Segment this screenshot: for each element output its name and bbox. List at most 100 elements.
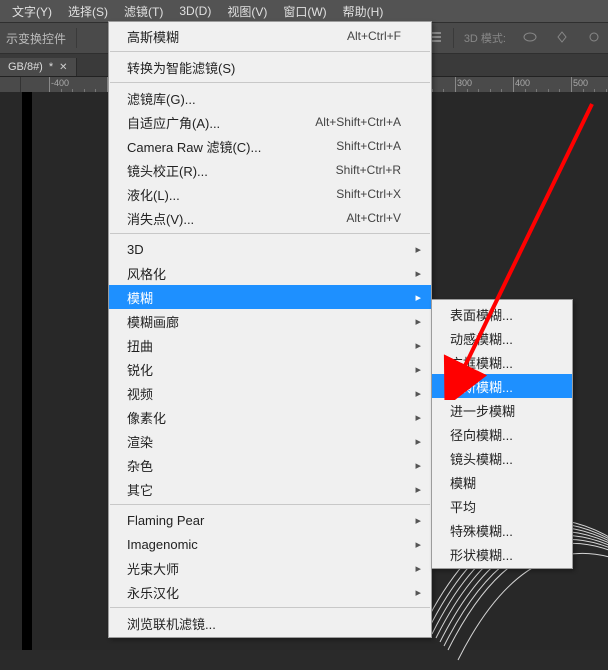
menu-item[interactable]: Flaming Pear [109,508,431,532]
transform-controls-label: 示变换控件 [6,30,66,47]
menu-item-label: 消失点(V)... [127,209,194,228]
menu-item-label: 平均 [450,497,476,516]
menu-item[interactable]: 镜头校正(R)... Shift+Ctrl+R [109,158,431,182]
menu-item[interactable]: 扭曲 [109,333,431,357]
menu-item-label: 其它 [127,480,153,499]
menu-item[interactable]: Camera Raw 滤镜(C)... Shift+Ctrl+A [109,134,431,158]
menu-item-label: 光束大师 [127,559,179,578]
menu-shortcut: Shift+Ctrl+X [296,187,401,201]
zoom-icon[interactable] [586,30,602,47]
menu-filter[interactable]: 滤镜(T) [116,0,171,23]
document-tab-dirty: * [49,61,53,73]
menu-help[interactable]: 帮助(H) [335,0,392,23]
menu-item-label: 渲染 [127,432,153,451]
menubar: 文字(Y) 选择(S) 滤镜(T) 3D(D) 视图(V) 窗口(W) 帮助(H… [0,0,608,22]
menu-item[interactable]: 视频 [109,381,431,405]
menu-item-label: 模糊 [450,473,476,492]
menu-item-label: 方框模糊... [450,353,513,372]
menu-shortcut: Alt+Ctrl+F [307,29,401,43]
menu-item-label: 镜头模糊... [450,449,513,468]
menu-item[interactable]: 模糊画廊 [109,309,431,333]
menu-item[interactable]: 高斯模糊... [432,374,572,398]
filter-menu: 高斯模糊 Alt+Ctrl+F 转换为智能滤镜(S) 滤镜库(G)... 自适应广… [108,21,432,638]
menu-item-label: 进一步模糊 [450,401,515,420]
menu-item[interactable]: 杂色 [109,453,431,477]
menu-item-label: 锐化 [127,360,153,379]
menu-item-label: 转换为智能滤镜(S) [127,58,235,77]
menu-item-label: 高斯模糊... [450,377,513,396]
menu-text[interactable]: 文字(Y) [4,0,60,23]
menu-item-label: 像素化 [127,408,166,427]
menu-item-label: 滤镜库(G)... [127,89,196,108]
menu-item-label: 扭曲 [127,336,153,355]
menu-item-label: Flaming Pear [127,513,204,528]
menu-item[interactable]: 镜头模糊... [432,446,572,470]
menu-item[interactable]: 进一步模糊 [432,398,572,422]
ruler-tick-label: 400 [515,78,530,88]
document-edge [22,92,32,650]
menu-item[interactable]: 消失点(V)... Alt+Ctrl+V [109,206,431,230]
menu-item[interactable]: 形状模糊... [432,542,572,566]
blur-submenu: 表面模糊... 动感模糊... 方框模糊... 高斯模糊... 进一步模糊径向模糊...… [431,299,573,569]
menu-item[interactable]: 方框模糊... [432,350,572,374]
menu-item-label: 形状模糊... [450,545,513,564]
menu-shortcut: Alt+Ctrl+V [306,211,401,225]
document-tab[interactable]: GB/8#) * ✕ [0,58,77,76]
menu-item[interactable]: 液化(L)... Shift+Ctrl+X [109,182,431,206]
mode-3d-label: 3D 模式: [464,30,506,46]
menu-item-label: 自适应广角(A)... [127,113,220,132]
ruler-tick-label: 300 [457,78,472,88]
menu-item[interactable]: 其它 [109,477,431,501]
menu-item[interactable]: 动感模糊... [432,326,572,350]
ruler-tick-label: -400 [51,78,69,88]
menu-item[interactable]: 永乐汉化 [109,580,431,604]
menu-item[interactable]: 光束大师 [109,556,431,580]
menu-item[interactable]: 滤镜库(G)... [109,86,431,110]
pan-icon[interactable] [554,30,570,47]
menu-item-label: 模糊画廊 [127,312,179,331]
menu-item-label: 模糊 [127,288,153,307]
menu-item[interactable]: Imagenomic [109,532,431,556]
menu-shortcut: Shift+Ctrl+R [296,163,401,177]
orbit-icon[interactable] [522,30,538,47]
menu-item[interactable]: 锐化 [109,357,431,381]
menu-item[interactable]: 径向模糊... [432,422,572,446]
menu-item[interactable]: 特殊模糊... [432,518,572,542]
menu-item-label: Camera Raw 滤镜(C)... [127,137,261,156]
filter-convert-smart[interactable]: 转换为智能滤镜(S) [109,55,431,79]
menu-item-label: 高斯模糊 [127,27,179,46]
menu-item-label: 镜头校正(R)... [127,161,208,180]
menu-shortcut: Alt+Shift+Ctrl+A [275,115,401,129]
menu-item[interactable]: 模糊 [432,470,572,494]
menu-item-label: 浏览联机滤镜... [127,614,216,633]
menu-item[interactable]: 平均 [432,494,572,518]
menu-item-label: 特殊模糊... [450,521,513,540]
menu-item-label: 视频 [127,384,153,403]
menu-item[interactable]: 模糊 [109,285,431,309]
ruler-tick-label: 500 [573,78,588,88]
menu-window[interactable]: 窗口(W) [275,0,334,23]
menu-view[interactable]: 视图(V) [219,0,275,23]
menu-select[interactable]: 选择(S) [60,0,116,23]
menu-item-label: 3D [127,242,144,257]
menu-item[interactable]: 自适应广角(A)... Alt+Shift+Ctrl+A [109,110,431,134]
filter-recent[interactable]: 高斯模糊 Alt+Ctrl+F [109,24,431,48]
menu-item[interactable]: 表面模糊... [432,302,572,326]
menu-item-label: 表面模糊... [450,305,513,324]
document-tab-label: GB/8#) [8,61,43,73]
menu-item[interactable]: 3D [109,237,431,261]
menu-item[interactable]: 像素化 [109,405,431,429]
menu-item[interactable]: 渲染 [109,429,431,453]
menu-shortcut: Shift+Ctrl+A [296,139,401,153]
menu-item-label: Imagenomic [127,537,198,552]
menu-item-label: 径向模糊... [450,425,513,444]
menu-item-label: 永乐汉化 [127,583,179,602]
menu-item-label: 动感模糊... [450,329,513,348]
close-icon[interactable]: ✕ [59,62,67,73]
menu-item-label: 风格化 [127,264,166,283]
menu-item[interactable]: 浏览联机滤镜... [109,611,431,635]
menu-item-label: 杂色 [127,456,153,475]
menu-item-label: 液化(L)... [127,185,180,204]
menu-3d[interactable]: 3D(D) [171,1,219,21]
menu-item[interactable]: 风格化 [109,261,431,285]
